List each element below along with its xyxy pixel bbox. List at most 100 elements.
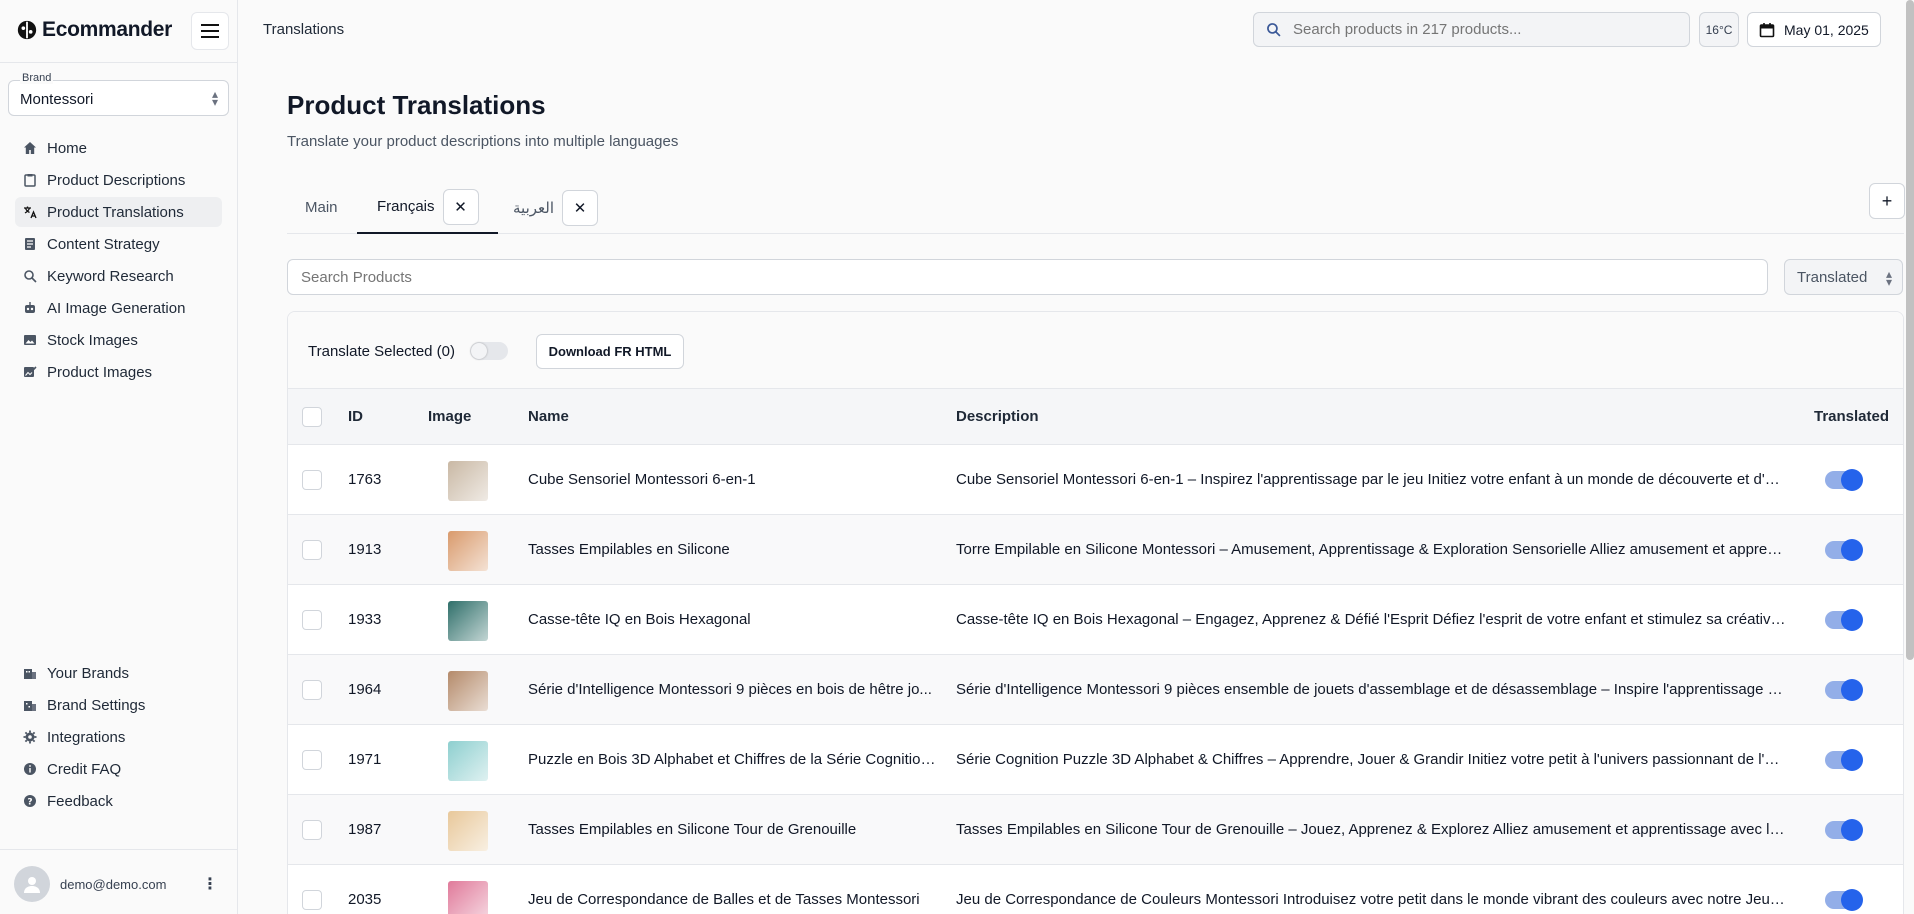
download-html-button[interactable]: Download FR HTML <box>536 334 684 369</box>
sidebar: Ecommander Montessori ▴ ▾ Brand Home Prod… <box>0 0 238 914</box>
home-icon <box>23 141 37 155</box>
avatar <box>14 866 50 902</box>
sidebar-item-product-descriptions[interactable]: Product Descriptions <box>15 165 222 195</box>
row-name: Casse-tête IQ en Bois Hexagonal <box>528 611 751 628</box>
translation-status-select[interactable]: Translated ▴ ▾ <box>1784 259 1903 295</box>
date-picker-button[interactable]: May 01, 2025 <box>1747 12 1881 47</box>
sidebar-item-your-brands[interactable]: Your Brands <box>15 658 222 688</box>
row-description: Tasses Empilables en Silicone Tour de Gr… <box>956 821 1786 838</box>
column-header-name[interactable]: Name <box>528 408 569 425</box>
tab-main[interactable]: Main <box>305 181 338 234</box>
row-name: Tasses Empilables en Silicone <box>528 541 730 558</box>
table-row[interactable]: 1964 Série d'Intelligence Montessori 9 pi… <box>288 655 1903 725</box>
translate-selected-toggle[interactable] <box>470 342 508 360</box>
document-icon <box>23 237 37 251</box>
menu-toggle-button[interactable] <box>191 12 229 50</box>
sidebar-item-keyword-research[interactable]: Keyword Research <box>15 261 222 291</box>
translated-toggle[interactable] <box>1825 679 1863 701</box>
table-row[interactable]: 1933 Casse-tête IQ en Bois Hexagonal Casse… <box>288 585 1903 655</box>
sidebar-item-ai-image-generation[interactable]: AI Image Generation <box>15 293 222 323</box>
gear-icon <box>23 730 37 744</box>
sidebar-nav-bottom: Your Brands Brand Settings Integrations … <box>15 658 222 818</box>
image-edit-icon <box>23 365 37 379</box>
sidebar-item-label: Content Strategy <box>47 235 160 253</box>
global-search[interactable] <box>1253 12 1690 47</box>
close-icon[interactable]: ✕ <box>442 188 479 225</box>
row-checkbox[interactable] <box>302 890 322 910</box>
user-email: demo@demo.com <box>60 876 167 892</box>
column-header-image: Image <box>428 408 472 425</box>
row-checkbox[interactable] <box>302 610 322 630</box>
translated-toggle[interactable] <box>1825 609 1863 631</box>
sidebar-item-credit-faq[interactable]: Credit FAQ <box>15 754 222 784</box>
app-name: Ecommander <box>42 18 173 41</box>
page-title: Product Translations <box>287 90 546 120</box>
tab-arabic[interactable]: العربية ✕ <box>513 181 598 234</box>
row-checkbox[interactable] <box>302 540 322 560</box>
table-row[interactable]: 1763 Cube Sensoriel Montessori 6-en-1 Cube… <box>288 445 1903 515</box>
row-description: Cube Sensoriel Montessori 6-en-1 – Inspi… <box>956 471 1786 488</box>
row-checkbox[interactable] <box>302 680 322 700</box>
app-logo[interactable]: Ecommander <box>16 18 172 42</box>
table-row[interactable]: 1987 Tasses Empilables en Silicone Tour d… <box>288 795 1903 865</box>
brand-select-value: Montessori <box>20 91 94 108</box>
table-row[interactable]: 2035 Jeu de Correspondance de Balles et d… <box>288 865 1903 914</box>
sidebar-item-label: Product Translations <box>47 203 184 221</box>
more-options-icon[interactable]: ⋮ <box>202 874 218 894</box>
product-search-input[interactable] <box>301 268 1701 286</box>
row-description: Série Cognition Puzzle 3D Alphabet & Chi… <box>956 751 1786 768</box>
help-icon: ? <box>23 794 37 808</box>
sidebar-item-label: Product Descriptions <box>47 171 186 189</box>
row-id: 1763 <box>348 471 382 488</box>
language-tabs: Main Français ✕ العربية ✕ <box>287 181 1904 234</box>
sidebar-divider <box>0 62 238 63</box>
sidebar-nav: Home Product Descriptions Product Transl… <box>15 133 222 389</box>
sidebar-item-home[interactable]: Home <box>15 133 222 163</box>
translated-toggle[interactable] <box>1825 469 1863 491</box>
row-checkbox[interactable] <box>302 750 322 770</box>
sidebar-item-label: Keyword Research <box>47 267 174 285</box>
user-profile[interactable]: demo@demo.com ⋮ <box>14 866 224 902</box>
sidebar-item-feedback[interactable]: ? Feedback <box>15 786 222 816</box>
global-search-input[interactable] <box>1293 21 1673 38</box>
row-checkbox[interactable] <box>302 820 322 840</box>
translated-toggle[interactable] <box>1825 889 1863 911</box>
row-description: Série d'Intelligence Montessori 9 pièces… <box>956 681 1786 698</box>
product-thumbnail <box>448 811 488 851</box>
sidebar-item-stock-images[interactable]: Stock Images <box>15 325 222 355</box>
close-icon[interactable]: ✕ <box>562 189 598 226</box>
sidebar-item-label: Feedback <box>47 792 113 810</box>
table-row[interactable]: 1913 Tasses Empilables en Silicone Torre E… <box>288 515 1903 585</box>
sidebar-item-content-strategy[interactable]: Content Strategy <box>15 229 222 259</box>
clipboard-icon <box>23 173 37 187</box>
translated-toggle[interactable] <box>1825 539 1863 561</box>
sidebar-item-integrations[interactable]: Integrations <box>15 722 222 752</box>
column-header-description[interactable]: Description <box>956 408 1039 425</box>
tab-label: العربية <box>513 199 554 217</box>
info-icon <box>23 762 37 776</box>
sidebar-item-product-translations[interactable]: Product Translations <box>15 197 222 227</box>
brand-select[interactable]: Montessori ▴ ▾ <box>8 80 229 116</box>
column-header-id[interactable]: ID <box>348 408 363 425</box>
column-header-translated[interactable]: Translated <box>1814 408 1889 425</box>
tab-francais[interactable]: Français ✕ <box>357 181 498 234</box>
row-description: Jeu de Correspondance de Couleurs Montes… <box>956 891 1786 908</box>
table-row[interactable]: 1971 Puzzle en Bois 3D Alphabet et Chiffr… <box>288 725 1903 795</box>
row-id: 1964 <box>348 681 382 698</box>
select-all-checkbox[interactable] <box>302 407 322 427</box>
sidebar-item-label: Brand Settings <box>47 696 146 714</box>
sidebar-item-product-images[interactable]: Product Images <box>15 357 222 387</box>
add-language-button[interactable]: + <box>1869 183 1905 219</box>
translated-toggle[interactable] <box>1825 819 1863 841</box>
page-scrollbar[interactable] <box>1906 0 1914 660</box>
sidebar-item-label: Home <box>47 139 88 157</box>
row-id: 1971 <box>348 751 382 768</box>
building-settings-icon <box>23 698 37 712</box>
svg-text:?: ? <box>27 798 32 808</box>
product-search[interactable] <box>287 259 1768 295</box>
translated-toggle[interactable] <box>1825 749 1863 771</box>
sidebar-item-brand-settings[interactable]: Brand Settings <box>15 690 222 720</box>
row-checkbox[interactable] <box>302 470 322 490</box>
sidebar-item-label: Credit FAQ <box>47 760 122 778</box>
row-description: Torre Empilable en Silicone Montessori –… <box>956 541 1786 558</box>
